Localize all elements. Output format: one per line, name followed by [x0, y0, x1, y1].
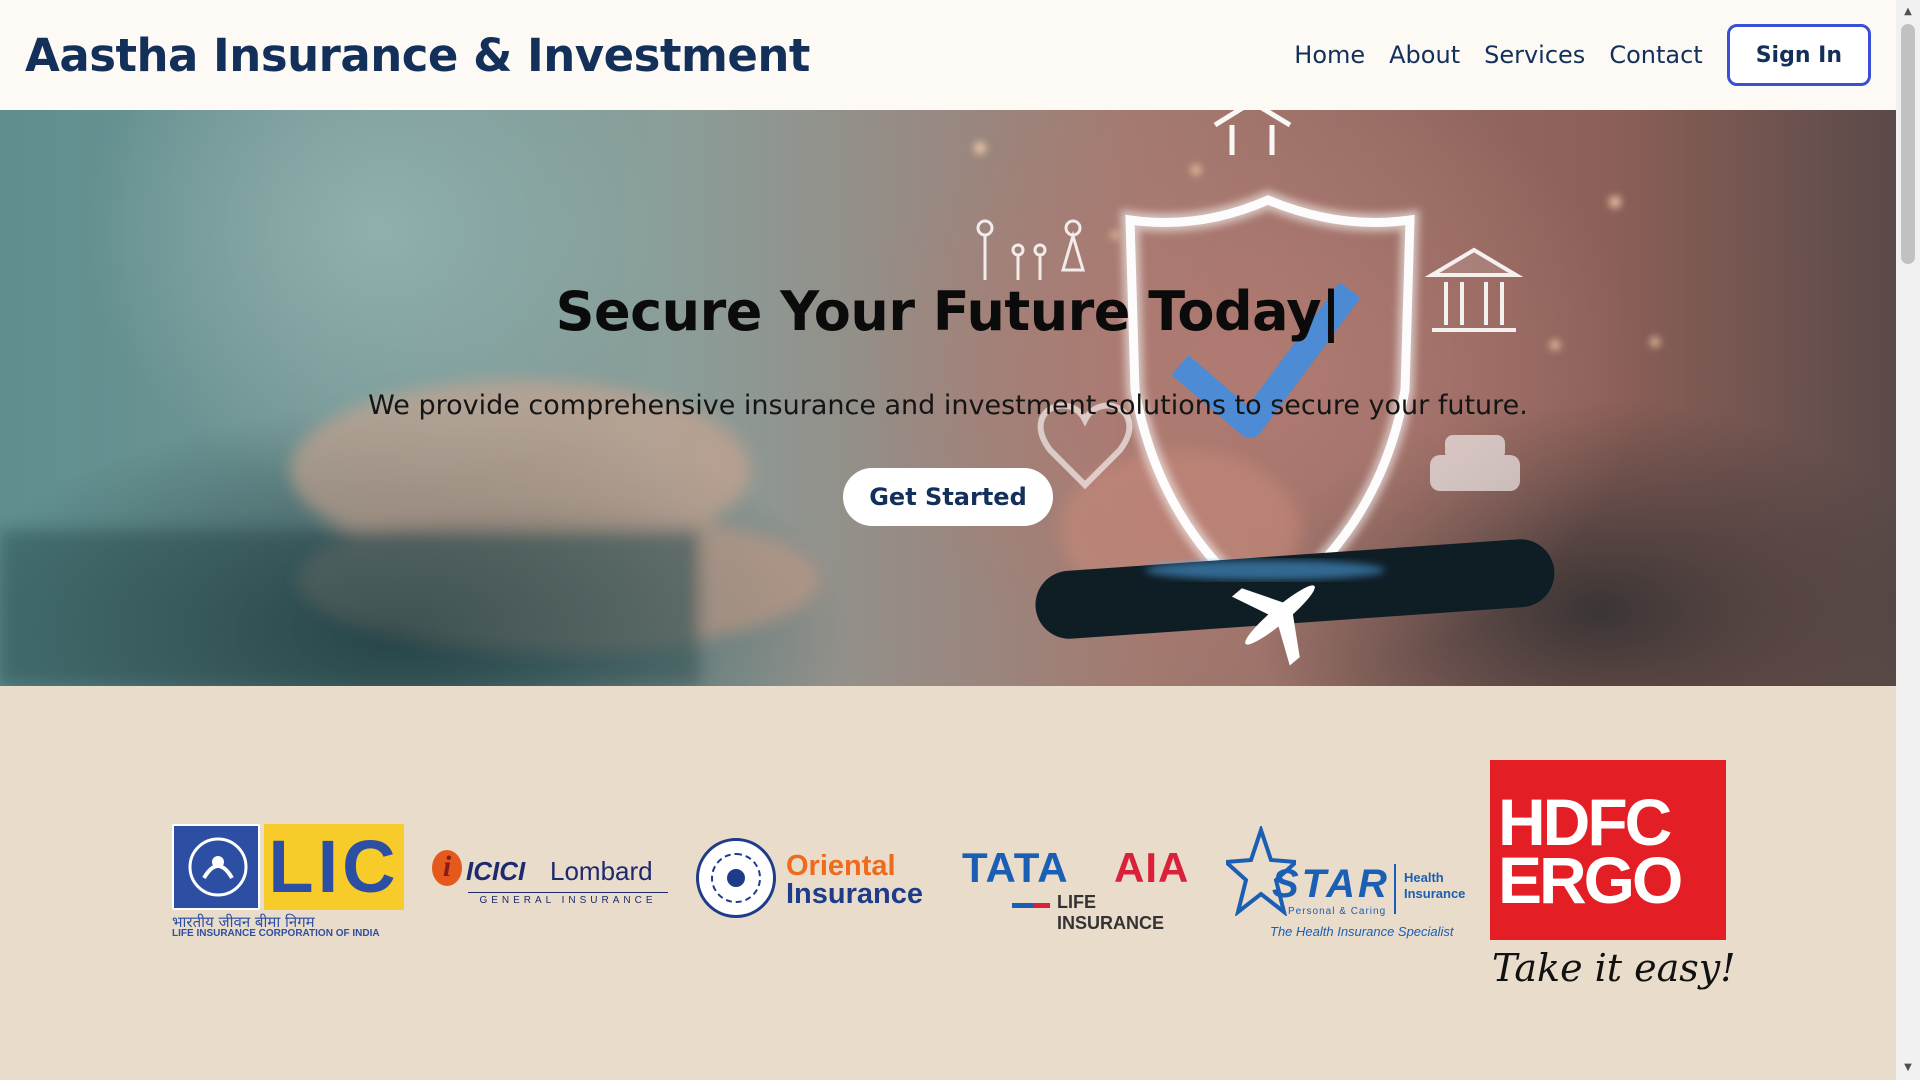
- star-divider: [1394, 864, 1396, 914]
- sign-in-button[interactable]: Sign In: [1726, 24, 1871, 86]
- lic-mark: LIC: [264, 824, 404, 910]
- car-icon: [1430, 435, 1520, 491]
- tata-underline: [1012, 903, 1050, 908]
- icici-name: ICICI: [466, 856, 526, 886]
- nav-home[interactable]: Home: [1294, 41, 1365, 69]
- nav-about[interactable]: About: [1389, 41, 1460, 69]
- lic-caption: LIFE INSURANCE CORPORATION OF INDIA: [172, 928, 380, 939]
- hero-title: Secure Your Future Today|: [555, 280, 1341, 343]
- star-health-logo[interactable]: STAR Personal & Caring Health Insurance …: [1226, 826, 1470, 939]
- lic-mark-text: LIC: [268, 825, 400, 908]
- hdfc-tagline: Take it easy!: [1492, 946, 1736, 990]
- partners-strip: LIC भारतीय जीवन बीमा निगम LIFE INSURANCE…: [0, 686, 1896, 1080]
- scroll-thumb[interactable]: [1901, 24, 1915, 264]
- hdfc-ergo-logo[interactable]: HDFC ERGO Take it easy!: [1490, 760, 1736, 1000]
- nav-contact[interactable]: Contact: [1609, 41, 1702, 69]
- aia-name: AIA: [1114, 844, 1190, 891]
- lic-logo[interactable]: LIC भारतीय जीवन बीमा निगम LIFE INSURANCE…: [172, 824, 404, 940]
- star-sub: Personal & Caring: [1288, 906, 1387, 917]
- hero-section: Secure Your Future Today| We provide com…: [0, 110, 1896, 686]
- star-health: Health: [1404, 870, 1444, 885]
- star-insurance: Insurance: [1404, 886, 1466, 901]
- lombard-name: Lombard: [550, 856, 653, 886]
- icici-lombard-logo[interactable]: i ICICI Lombard GENERAL INSURANCE: [432, 850, 672, 920]
- nav-services[interactable]: Services: [1484, 41, 1585, 69]
- icici-i-icon: i: [432, 850, 462, 886]
- page-scrollbar[interactable]: ▲ ▼: [1896, 0, 1920, 1080]
- star-tagline: The Health Insurance Specialist: [1270, 924, 1454, 939]
- star-name: STAR: [1272, 862, 1390, 906]
- icici-tagline: GENERAL INSURANCE: [468, 892, 668, 906]
- scroll-up-arrow-icon[interactable]: ▲: [1902, 6, 1914, 18]
- scroll-down-arrow-icon[interactable]: ▼: [1902, 1062, 1914, 1074]
- site-header: Aastha Insurance & Investment Home About…: [0, 0, 1896, 110]
- oriental-insurance-logo[interactable]: Oriental Insurance: [696, 838, 940, 920]
- lic-emblem-icon: [172, 824, 260, 910]
- oriental-line2: Insurance: [786, 878, 923, 910]
- hdfc-line2: ERGO: [1498, 843, 1683, 917]
- hdfc-red-box: HDFC ERGO: [1490, 760, 1726, 940]
- tata-name: TATA: [962, 844, 1069, 891]
- family-icon: [976, 219, 1086, 280]
- brand-title[interactable]: Aastha Insurance & Investment: [25, 29, 810, 82]
- tata-subtitle: LIFE INSURANCE: [1057, 892, 1165, 933]
- house-icon: [1213, 110, 1292, 155]
- get-started-button[interactable]: Get Started: [843, 468, 1053, 526]
- tata-aia-logo[interactable]: TATA AIA LIFE INSURANCE: [962, 844, 1206, 933]
- hero-subtitle: We provide comprehensive insurance and i…: [368, 390, 1528, 421]
- oriental-seal-icon: [696, 838, 776, 918]
- main-nav: Home About Services Contact Sign In: [1294, 24, 1871, 86]
